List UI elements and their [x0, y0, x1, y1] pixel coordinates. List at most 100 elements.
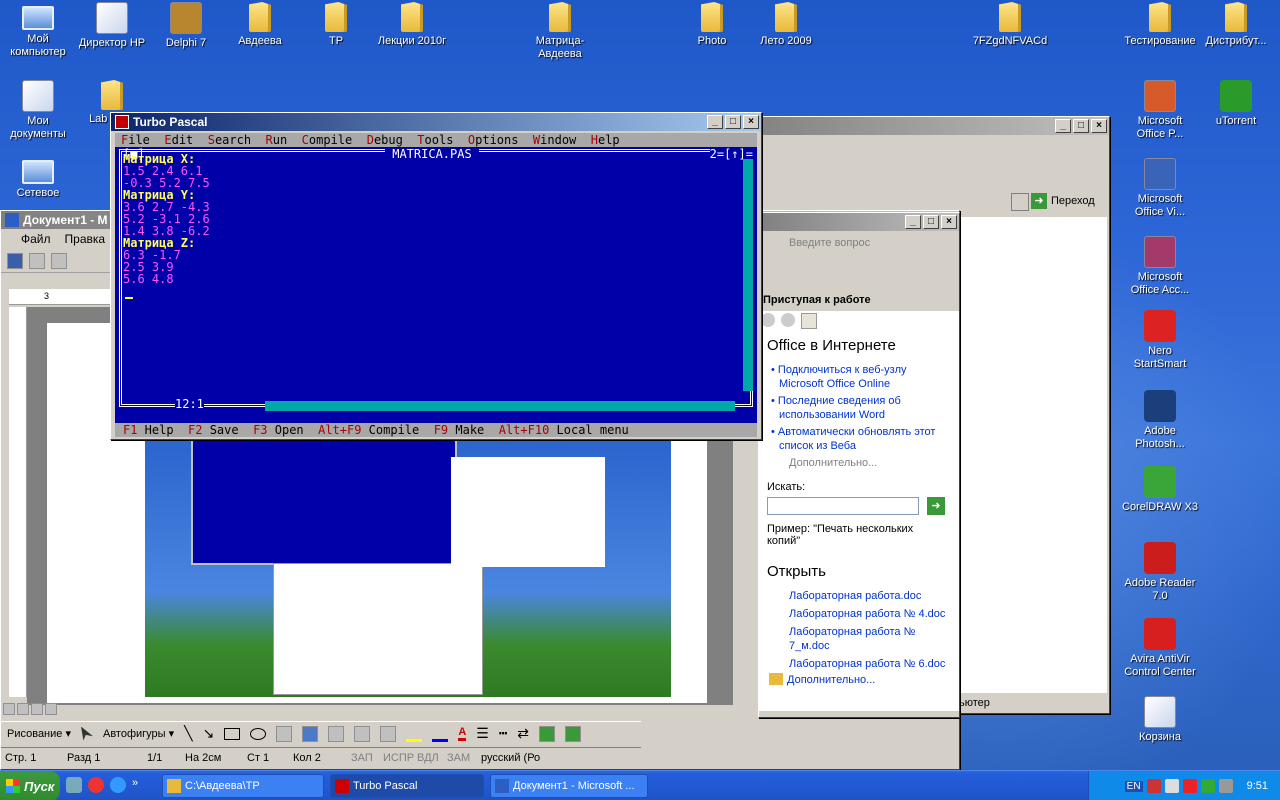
language-indicator[interactable]: EN: [1124, 780, 1143, 792]
desktop-icon-visio[interactable]: Microsoft Office Vi...: [1122, 158, 1198, 219]
office-link-1[interactable]: • Последние сведения об использовании Wo…: [771, 394, 951, 422]
drawing-menu-button[interactable]: Рисование ▾: [7, 727, 71, 740]
line-style-icon[interactable]: ☰: [476, 725, 489, 742]
tp-menu-window[interactable]: Window: [533, 133, 591, 147]
forward-icon[interactable]: [781, 313, 795, 327]
word-menu-1[interactable]: Правка: [65, 232, 106, 246]
opera-icon[interactable]: [88, 777, 104, 793]
tp-status-local-menu[interactable]: Alt+F10 Local menu: [499, 423, 644, 437]
address-dropdown[interactable]: [1011, 193, 1029, 211]
arrow-style-icon[interactable]: ⇄: [517, 725, 529, 742]
line-icon[interactable]: ╲: [184, 725, 192, 742]
tp-menu-file[interactable]: File: [121, 133, 164, 147]
internet-explorer-icon[interactable]: [110, 777, 126, 793]
line-color-icon[interactable]: [432, 726, 449, 742]
tp-minimize-button[interactable]: _: [707, 115, 723, 129]
autoshapes-menu-button[interactable]: Автофигуры ▾: [103, 727, 174, 740]
desktop-icon-access[interactable]: Microsoft Office Acc...: [1122, 236, 1198, 297]
search-input[interactable]: [767, 497, 919, 515]
clipart-icon[interactable]: [354, 725, 371, 742]
open-more-link[interactable]: Дополнительно...: [769, 673, 875, 687]
desktop-icon-nero[interactable]: Nero StartSmart: [1122, 310, 1198, 371]
tp-status-save[interactable]: F2 Save: [188, 423, 253, 437]
pane-minimize-button[interactable]: _: [905, 215, 921, 229]
office-link-0[interactable]: • Подключиться к веб-узлу Microsoft Offi…: [771, 363, 951, 391]
taskbar-task[interactable]: Документ1 - Microsoft ...: [490, 774, 648, 798]
desktop-icon-folder[interactable]: Матрица-Авдеева: [522, 2, 598, 61]
desktop-icon-photoshop[interactable]: Adobe Photosh...: [1122, 390, 1198, 451]
tp-close-button[interactable]: ×: [743, 115, 759, 129]
open-file-link[interactable]: Лабораторная работа № 7_м.doc: [789, 625, 954, 653]
go-button[interactable]: ➜ Переход: [1031, 193, 1095, 209]
save-icon[interactable]: [7, 252, 23, 269]
3d-icon[interactable]: [565, 725, 581, 742]
minimize-button[interactable]: _: [1055, 119, 1071, 133]
more-link[interactable]: Дополнительно...: [789, 457, 877, 469]
oval-icon[interactable]: [250, 727, 267, 740]
desktop-icon-folder[interactable]: TP: [298, 2, 374, 48]
desktop-icon-folder[interactable]: Photo: [674, 2, 750, 48]
tp-status-open[interactable]: F3 Open: [253, 423, 318, 437]
desktop-icon-folder[interactable]: 7FZgdNFVACd: [972, 2, 1048, 48]
desktop-icon-coreldraw[interactable]: CorelDRAW X3: [1122, 466, 1198, 514]
desktop-icon-my-computer[interactable]: Мой компьютер: [0, 2, 76, 59]
tp-menu-search[interactable]: Search: [208, 133, 266, 147]
arrow-icon[interactable]: ↘: [203, 725, 215, 742]
desktop-icon-adobe-reader[interactable]: Adobe Reader 7.0: [1122, 542, 1198, 603]
ask-question-input[interactable]: Введите вопрос: [789, 237, 870, 249]
vertical-ruler[interactable]: [9, 307, 27, 697]
cut-icon[interactable]: [51, 252, 67, 269]
tp-menu-options[interactable]: Options: [468, 133, 533, 147]
tp-status-make[interactable]: F9 Make: [434, 423, 499, 437]
start-button[interactable]: Пуск: [0, 771, 60, 800]
diagram-icon[interactable]: [328, 725, 345, 742]
tp-status-help[interactable]: F1 Help: [123, 423, 188, 437]
tp-menu-run[interactable]: Run: [266, 133, 302, 147]
tp-menu-tools[interactable]: Tools: [417, 133, 468, 147]
fill-color-icon[interactable]: [406, 726, 423, 742]
print-preview-icon[interactable]: [29, 252, 45, 269]
tray-network-icon[interactable]: [1146, 779, 1161, 793]
tp-maximize-button[interactable]: □: [725, 115, 741, 129]
picture-icon[interactable]: [380, 725, 397, 742]
close-button[interactable]: ×: [1091, 119, 1107, 133]
desktop-icon-hp-director[interactable]: Директор HP: [74, 2, 150, 50]
desktop-icon-my-documents[interactable]: Мои документы: [0, 80, 76, 141]
tp-menu-help[interactable]: Help: [591, 133, 634, 147]
back-icon[interactable]: [761, 313, 775, 327]
search-go-icon[interactable]: ➜: [927, 497, 945, 515]
open-file-link[interactable]: Лабораторная работа.doc: [789, 589, 954, 603]
tp-horizontal-scrollbar[interactable]: [265, 401, 735, 411]
tp-menu-edit[interactable]: Edit: [164, 133, 207, 147]
normal-view-icon[interactable]: [3, 703, 15, 715]
office-link-2[interactable]: • Автоматически обновлять этот список из…: [771, 425, 951, 453]
textbox-icon[interactable]: [276, 725, 293, 742]
taskbar-task[interactable]: C:\Авдеева\TP: [162, 774, 324, 798]
desktop-icon-recycle-bin[interactable]: Корзина: [1122, 696, 1198, 744]
pane-close-button[interactable]: ×: [941, 215, 957, 229]
desktop-icon-powerpoint[interactable]: Microsoft Office P...: [1122, 80, 1198, 141]
tp-vertical-scrollbar[interactable]: [743, 159, 753, 391]
desktop-icon-avira[interactable]: Avira AntiVir Control Center: [1122, 618, 1198, 679]
shadow-icon[interactable]: [539, 725, 555, 742]
tray-avira-icon[interactable]: [1182, 779, 1197, 793]
tp-editor-text[interactable]: Матрица X: 1.5 2.4 6.1 -0.3 5.2 7.5 Матрица…: [123, 153, 210, 285]
show-desktop-icon[interactable]: [66, 777, 82, 793]
maximize-button[interactable]: □: [1073, 119, 1089, 133]
select-pointer-icon[interactable]: [80, 726, 93, 741]
print-view-icon[interactable]: [31, 703, 43, 715]
rectangle-icon[interactable]: [224, 727, 241, 740]
tp-status-compile[interactable]: Alt+F9 Compile: [318, 423, 434, 437]
desktop-icon-folder[interactable]: Лекции 2010г: [374, 2, 450, 48]
open-file-link[interactable]: Лабораторная работа № 6.doc: [789, 657, 954, 671]
desktop-icon-folder[interactable]: Авдеева: [222, 2, 298, 48]
desktop-icon-folder[interactable]: Дистрибут...: [1198, 2, 1274, 48]
tray-volume-icon[interactable]: [1164, 779, 1179, 793]
word-menu-0[interactable]: Файл: [21, 232, 51, 246]
tp-menu-debug[interactable]: Debug: [367, 133, 418, 147]
embedded-screenshot-image[interactable]: [145, 435, 671, 697]
tp-menu-compile[interactable]: Compile: [302, 133, 367, 147]
quick-launch-chevron-icon[interactable]: »: [132, 777, 138, 793]
taskbar-task[interactable]: Turbo Pascal: [330, 774, 484, 798]
tray-printer-icon[interactable]: [1218, 779, 1233, 793]
